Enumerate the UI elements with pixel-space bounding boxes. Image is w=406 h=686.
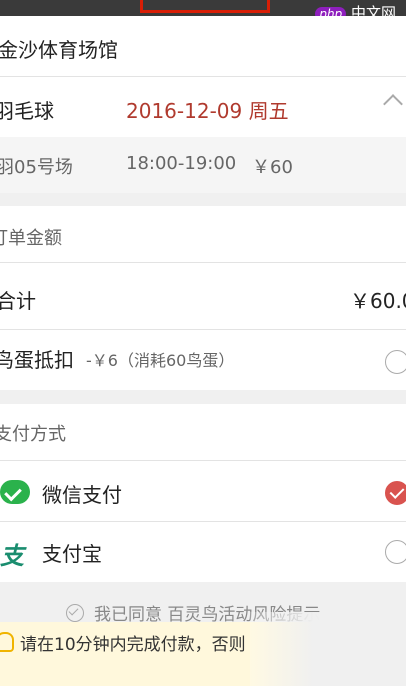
agree-check-icon[interactable] [66,604,84,622]
payment-option-label: 微信支付 [42,483,122,507]
booking-detail: 羽05号场 18:00-19:00 ￥60 [0,137,406,193]
chevron-up-icon[interactable] [383,94,403,114]
payment-section-header: 支付方式 [0,404,406,460]
total-value: ￥60.0 [350,289,406,313]
booking-date: 2016-12-09 周五 [126,99,289,123]
wechat-radio[interactable] [385,481,406,505]
status-bar: php 中文网 [0,0,406,22]
total-label: 合计 [0,289,36,313]
payment-option-wechat[interactable]: 微信支付 [0,461,406,521]
venue-name: 金沙体育场馆 [0,38,118,62]
notice-text: 请在10分钟内完成付款，否则 [20,635,246,655]
venue-header: 金沙体育场馆 [0,16,406,76]
egg-detail: -￥6（消耗60鸟蛋） [86,351,235,370]
egg-discount-row[interactable]: 鸟蛋抵扣 -￥6（消耗60鸟蛋） [0,330,406,390]
payment-section-title: 支付方式 [0,424,66,445]
lightbulb-icon [0,632,14,652]
wechat-pay-icon [0,480,30,504]
alipay-radio[interactable] [385,540,406,564]
egg-discount-radio[interactable] [385,350,406,374]
payment-option-alipay[interactable]: 支付宝 [0,522,406,582]
slot-price: ￥60 [252,157,293,178]
sport-label: 羽毛球 [0,99,54,123]
time-slot: 18:00-19:00 [126,153,237,174]
total-row: 合计 ￥60.0 [0,263,406,329]
payment-option-label: 支付宝 [42,542,102,566]
order-section-title: 订单金额 [0,228,62,249]
booking-row[interactable]: 羽毛球 2016-12-09 周五 [0,77,406,137]
highlight-box [140,0,270,13]
order-section-header: 订单金额 [0,206,406,262]
egg-label: 鸟蛋抵扣 [0,348,74,372]
court-name: 羽05号场 [0,157,73,178]
alipay-icon: 支 [0,542,24,570]
blur-overlay [250,612,406,686]
